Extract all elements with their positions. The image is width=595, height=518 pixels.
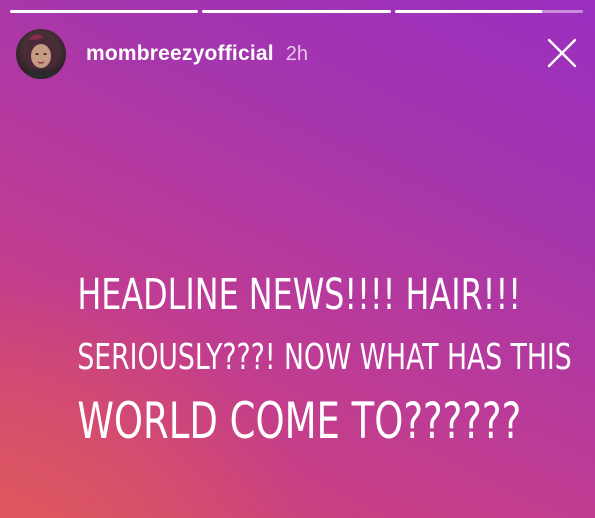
avatar-image xyxy=(16,29,66,79)
progress-fill xyxy=(394,10,542,13)
progress-fill xyxy=(10,10,199,13)
story-header: mombreezyofficial 2h xyxy=(16,28,579,80)
progress-segment xyxy=(394,10,583,13)
close-icon xyxy=(547,38,577,68)
story-progress-bar xyxy=(10,10,583,14)
username[interactable]: mombreezyofficial xyxy=(86,42,274,66)
story-caption-line-2: SERIOUSLY???! NOW WHAT HAS THIS xyxy=(77,337,572,378)
story-caption-line-1: HEADLINE NEWS!!!! HAIR!!! xyxy=(77,270,521,320)
close-button[interactable] xyxy=(545,36,579,70)
progress-segment xyxy=(10,10,199,13)
avatar[interactable] xyxy=(16,29,66,79)
timestamp: 2h xyxy=(285,42,309,65)
story-viewer[interactable]: mombreezyofficial 2h HEADLINE NEWS!!!! H… xyxy=(0,0,595,518)
progress-fill xyxy=(202,10,391,13)
story-caption-line-3: WORLD COME TO?????? xyxy=(77,392,522,450)
progress-segment xyxy=(202,10,391,13)
